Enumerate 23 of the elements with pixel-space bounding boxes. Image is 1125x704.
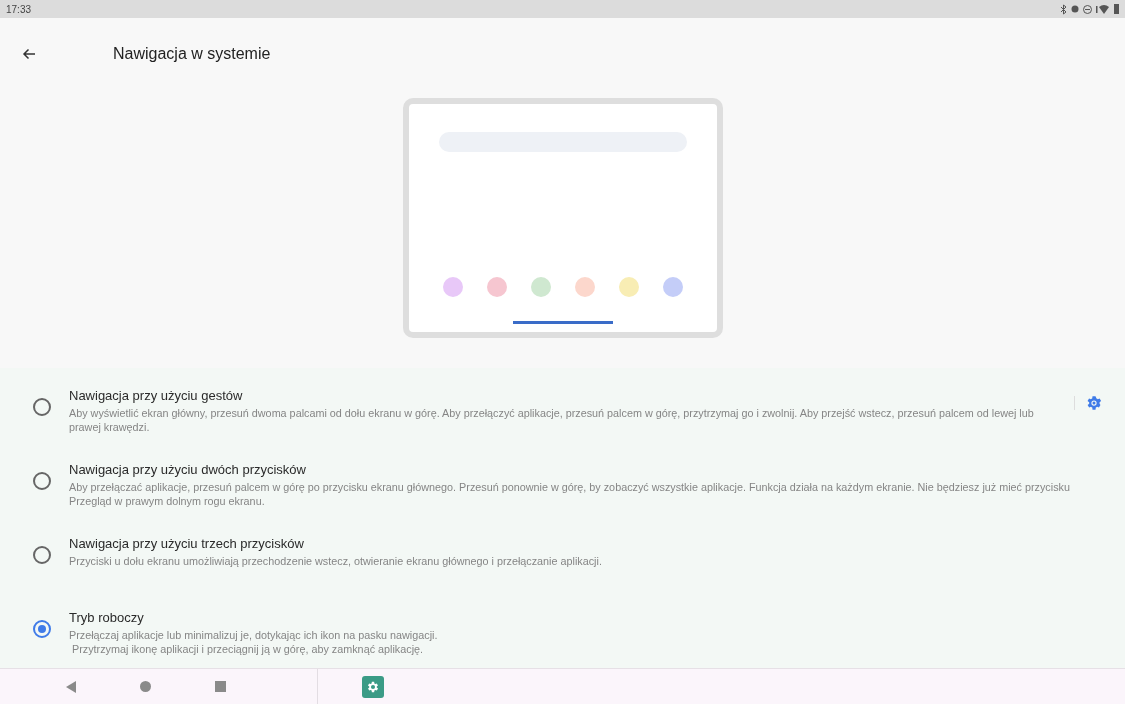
option-title: Tryb roboczy xyxy=(69,609,145,627)
back-arrow-icon[interactable] xyxy=(22,48,36,60)
radio-button[interactable] xyxy=(33,398,51,416)
option-description: Aby przełączać aplikacje, przesuń palcem w górę po przycisku ekranu głównego. Przesuń ponownie w górę, by zobaczyć wszystkie aplikacje. Funkcja działa na każdym ekranie. Nie będziesz już mieć przycisku Przegląd w prawym dolnym rogu ekranu. xyxy=(69,479,1071,508)
option-title: Nawigacja przy użyciu trzech przycisków xyxy=(69,535,305,553)
option-description: Aby wyświetlić ekran główny, przesuń dwoma palcami od dołu ekranu w górę. Aby przełączyć aplikacje, przesuń palcem w górę, przytrzymaj go i zwolnij. Aby przejść wstecz, przesuń palcem od lewej lub prawej krawędzi. xyxy=(69,405,1035,434)
option-title: Nawigacja przy użyciu dwóch przycisków xyxy=(69,461,307,479)
back-icon[interactable] xyxy=(66,680,76,693)
bluetooth-icon xyxy=(1060,3,1067,15)
do-not-disturb-icon xyxy=(1083,4,1092,14)
option-description: Przełączaj aplikacje lub minimalizuj je, dotykając ich ikon na pasku nawigacji. Przytrzymaj ikonę aplikacji i przeciągnij ją w górę, aby zamknąć aplikację. xyxy=(69,627,439,656)
option-description: Przyciski u dołu ekranu umożliwiają przechodzenie wstecz, otwieranie ekranu głównego i przełączanie aplikacji. xyxy=(69,553,603,568)
page-title: Nawigacja w systemie xyxy=(113,44,271,64)
radio-button[interactable] xyxy=(33,620,51,638)
settings-icon[interactable] xyxy=(1085,394,1103,412)
radio-button[interactable] xyxy=(33,546,51,564)
battery-icon xyxy=(1114,4,1119,14)
status-time: 17:33 xyxy=(6,2,32,17)
option-title: Nawigacja przy użyciu gestów xyxy=(69,387,244,405)
home-icon[interactable] xyxy=(140,681,151,692)
wifi-icon xyxy=(1096,4,1110,14)
radio-button[interactable] xyxy=(33,472,51,490)
settings-app-icon[interactable] xyxy=(362,675,384,698)
